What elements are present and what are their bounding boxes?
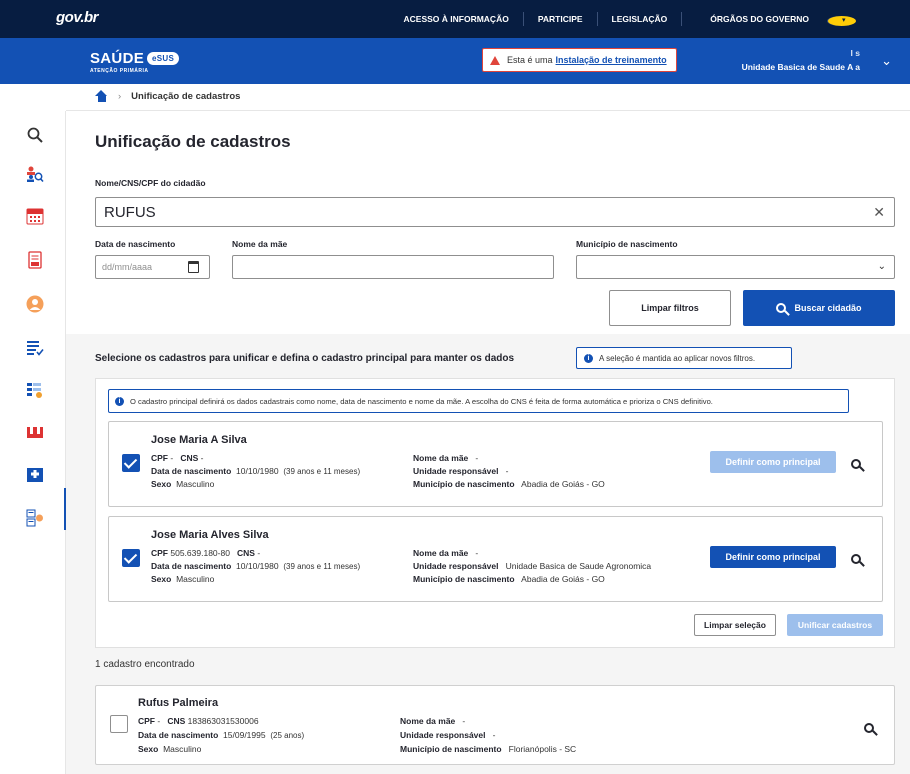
record-name: Jose Maria A Silva (151, 434, 247, 446)
record-cpf-cns: CPF - CNS - (151, 453, 204, 463)
principal-note: i O cadastro principal definirá os dados… (108, 389, 849, 413)
search-icon[interactable] (26, 126, 44, 144)
page-title: Unificação de cadastros (95, 132, 291, 151)
home-icon[interactable] (95, 90, 108, 102)
app-header: SAÚDE eSUS ATENÇÃO PRIMÁRIA Esta é uma In… (0, 38, 910, 84)
birth-date-input[interactable]: dd/mm/aaaa (95, 255, 210, 279)
user-unit: Unidade Basica de Saude A a (741, 62, 860, 72)
define-principal-button[interactable]: Definir como principal (710, 546, 836, 568)
checklist-icon[interactable] (26, 339, 44, 357)
record-checkbox[interactable] (122, 549, 140, 567)
result-cpf-cns: CPF - CNS 183863031530006 (138, 716, 259, 726)
user-menu[interactable]: I s Unidade Basica de Saude A a (742, 46, 860, 74)
citizen-search-icon[interactable] (26, 165, 44, 183)
clear-selection-button[interactable]: Limpar seleção (694, 614, 776, 636)
esus-badge: eSUS (147, 52, 180, 65)
birth-label: Data de nascimento (95, 239, 176, 249)
record-city: Município de nascimento Abadia de Goiás … (413, 479, 605, 489)
record-sex: Sexo Masculino (151, 479, 215, 489)
breadcrumb-separator: › (118, 90, 122, 102)
result-unit: Unidade responsável - (400, 730, 496, 740)
sidebar (0, 111, 67, 774)
result-sex: Sexo Masculino (138, 744, 202, 754)
result-birth: Data de nascimento 15/09/1995 (25 anos) (138, 730, 305, 740)
record-checkbox[interactable] (122, 454, 140, 472)
result-city: Município de nascimento Florianópolis - … (400, 744, 577, 754)
selection-info-chip: i A seleção é mantida ao aplicar novos f… (576, 347, 792, 369)
selected-records-panel (95, 378, 895, 648)
search-icon (851, 554, 861, 564)
link-legislacao[interactable]: LEGISLAÇÃO (596, 12, 682, 26)
record-unit: Unidade responsável Unidade Basica de Sa… (413, 561, 652, 571)
chevron-down-icon: ▾ (827, 16, 856, 26)
health-unit-icon[interactable] (26, 465, 44, 483)
supply-box-icon[interactable] (26, 423, 44, 441)
search-citizen-button[interactable]: Buscar cidadão (743, 290, 895, 326)
record-sex: Sexo Masculino (151, 574, 215, 584)
results-count: 1 cadastro encontrado (95, 659, 195, 670)
search-icon (851, 459, 861, 469)
record-unit: Unidade responsável - (413, 466, 509, 476)
govbr-logo[interactable]: gov.br (56, 9, 99, 26)
result-checkbox[interactable] (110, 715, 128, 733)
unify-records-icon[interactable] (26, 509, 44, 527)
warning-icon (490, 55, 500, 65)
record-city: Município de nascimento Abadia de Goiás … (413, 574, 605, 584)
info-icon: i (584, 353, 593, 363)
training-link[interactable]: Instalação de treinamento (556, 55, 667, 65)
view-record-icon[interactable] (851, 456, 861, 474)
chevron-down-icon: ⌄ (877, 261, 886, 272)
search-icon (776, 303, 787, 313)
name-label: Nome/CNS/CPF do cidadão (95, 178, 206, 188)
list-settings-icon[interactable] (26, 381, 44, 399)
view-record-icon[interactable] (851, 551, 861, 569)
record-cpf-cns: CPF 505.639.180-80 CNS - (151, 548, 261, 558)
person-icon[interactable] (26, 295, 44, 313)
link-orgaos-governo[interactable]: ÓRGÃOS DO GOVERNO ▾ (681, 12, 870, 26)
gov-bar: gov.br ACESSO À INFORMAÇÃO PARTICIPE LEG… (0, 0, 910, 38)
unify-records-button[interactable]: Unificar cadastros (787, 614, 883, 636)
link-participe[interactable]: PARTICIPE (522, 12, 597, 26)
breadcrumb: › Unificação de cadastros (95, 88, 240, 104)
esus-logo[interactable]: SAÚDE eSUS ATENÇÃO PRIMÁRIA (90, 50, 180, 74)
mother-name-input[interactable] (232, 255, 554, 279)
record-mother: Nome da mãe - (413, 548, 479, 558)
city-label: Município de nascimento (576, 239, 678, 249)
training-warning: Esta é uma Instalação de treinamento (482, 48, 677, 72)
name-search-value: RUFUS (104, 204, 156, 221)
divider (66, 110, 910, 111)
record-birth: Data de nascimento 10/10/1980 (39 anos e… (151, 466, 361, 476)
link-acesso-informacao[interactable]: ACESSO À INFORMAÇÃO (390, 12, 523, 26)
record-birth: Data de nascimento 10/10/1980 (39 anos e… (151, 561, 361, 571)
birth-city-select[interactable]: ⌄ (576, 255, 895, 279)
result-name: Rufus Palmeira (138, 697, 219, 709)
calendar-icon[interactable] (26, 207, 44, 225)
info-icon: i (115, 396, 124, 406)
name-search-input[interactable]: RUFUS ✕ (95, 197, 895, 227)
search-icon (864, 723, 874, 733)
user-name: I s (850, 48, 860, 58)
record-mother: Nome da mãe - (413, 453, 479, 463)
define-principal-button[interactable]: Definir como principal (710, 451, 836, 473)
calendar-icon[interactable] (188, 261, 199, 273)
selection-title: Selecione os cadastros para unificar e d… (95, 353, 515, 364)
gov-links: ACESSO À INFORMAÇÃO PARTICIPE LEGISLAÇÃO… (390, 0, 870, 38)
breadcrumb-current: Unificação de cadastros (131, 90, 241, 102)
clear-filters-button[interactable]: Limpar filtros (609, 290, 731, 326)
record-name: Jose Maria Alves Silva (151, 529, 269, 541)
view-result-icon[interactable] (864, 720, 874, 738)
clear-icon[interactable]: ✕ (873, 204, 885, 221)
chevron-down-icon[interactable]: ⌄ (881, 53, 892, 69)
mother-label: Nome da mãe (232, 239, 288, 249)
result-mother: Nome da mãe - (400, 716, 466, 726)
birth-date-placeholder: dd/mm/aaaa (102, 262, 153, 272)
brand-subtitle: ATENÇÃO PRIMÁRIA (90, 68, 149, 74)
cds-document-icon[interactable] (26, 251, 44, 269)
